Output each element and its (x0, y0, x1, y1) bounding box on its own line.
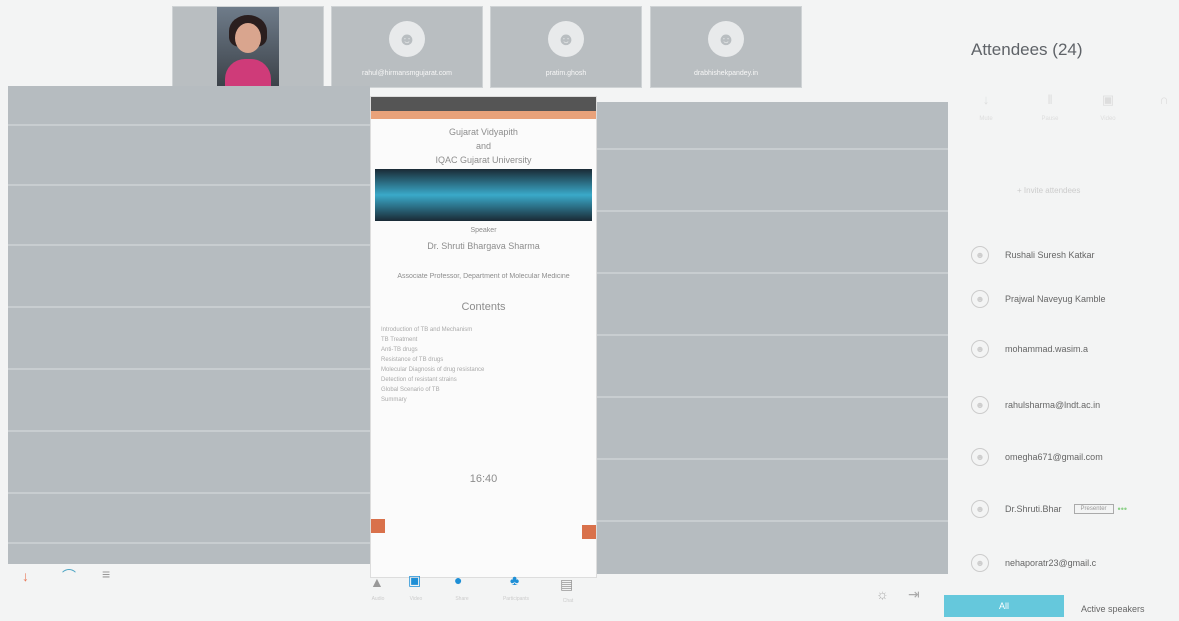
list-item: Resistance of TB drugs (381, 357, 444, 363)
leave-icon[interactable]: ⇥ (908, 586, 920, 603)
video-label: Video (409, 596, 423, 602)
list-item: TB Treatment (381, 337, 418, 343)
presenter-line-3: Associate Professor, Department of Molec… (397, 273, 570, 280)
more-icon[interactable]: ≡ (102, 566, 110, 582)
list-item: Molecular Diagnosis of drug resistance (381, 367, 485, 373)
shared-heading-2: and (475, 141, 492, 151)
avatar-icon: ☻ (389, 21, 425, 57)
settings-icon[interactable]: ☼ (876, 586, 889, 602)
user-icon: ☻ (971, 500, 989, 518)
contents-list: Introduction of TB and Mechanism TB Trea… (381, 325, 586, 405)
user-icon: ☻ (971, 554, 989, 572)
attendee-name: omegha671@gmail.com (1005, 452, 1103, 462)
video-thumbnail-0[interactable] (172, 6, 324, 88)
video-thumbnail-2[interactable]: ☻ pratim.ghosh (490, 6, 642, 88)
participants-label: Participants (502, 596, 530, 602)
video-thumbnail-1[interactable]: ☻ rahul@hirmansmgujarat.com (331, 6, 483, 88)
list-item: Introduction of TB and Mechanism (381, 327, 473, 333)
mic-icon[interactable]: ↓ (22, 568, 29, 584)
accent-bar (371, 111, 596, 119)
hangup-icon[interactable]: ⌒ (62, 566, 76, 586)
video-icon[interactable]: ▣ (408, 572, 421, 589)
speaking-indicator: ••• (1117, 504, 1127, 514)
attendees-title: Attendees (24) (971, 40, 1083, 59)
contents-title: Contents (461, 301, 506, 313)
mute-icon[interactable]: ↓ (977, 92, 995, 107)
avatar-icon: ☻ (708, 21, 744, 57)
corner-icon-right (582, 525, 596, 539)
list-item: Global Scenario of TB (381, 387, 440, 393)
attendee-name: Dr.Shruti.Bhar (1005, 504, 1062, 514)
participant-video (217, 7, 279, 87)
attendee-row[interactable]: ☻ mohammad.wasim.a (971, 338, 1171, 360)
attendee-name: nehaporatr23@gmail.c (1005, 558, 1097, 568)
clock-time: 16:40 (469, 473, 498, 485)
thumbnail-name: rahul@hirmansmgujarat.com (362, 70, 452, 77)
avatar-icon: ☻ (548, 21, 584, 57)
shared-heading-3: IQAC Gujarat University (435, 155, 532, 165)
user-icon: ☻ (971, 340, 989, 358)
invite-link[interactable]: + Invite attendees (1017, 186, 1080, 195)
user-icon: ☻ (971, 448, 989, 466)
thumbnail-name: drabhishekpandey.in (693, 70, 759, 77)
user-icon: ☻ (971, 290, 989, 308)
camera-label: Video (1100, 116, 1116, 122)
shared-heading-1: Gujarat Vidyapith (449, 127, 518, 137)
slide-banner-image (375, 169, 592, 221)
pause-icon[interactable]: ‖ (1041, 92, 1059, 107)
attendee-row[interactable]: ☻ omegha671@gmail.com (971, 446, 1171, 468)
tab-all[interactable]: All (944, 595, 1064, 617)
attendees-panel: Attendees (24) ↓ Mute ‖ Pause ▣ Video ∩ … (955, 0, 1179, 621)
attendee-row[interactable]: ☻ Prajwal Naveyug Kamble (971, 288, 1171, 310)
pause-label: Pause (1041, 116, 1059, 122)
share-icon[interactable]: ● (454, 572, 462, 588)
stage-left-panel (8, 86, 370, 564)
list-item: Detection of resistant strains (381, 377, 457, 383)
user-icon: ☻ (971, 396, 989, 414)
attendee-name: mohammad.wasim.a (1005, 344, 1089, 354)
list-item: Anti-TB drugs (381, 347, 418, 353)
share-label: Share (455, 596, 469, 602)
tab-active-speakers[interactable]: Active speakers (1081, 604, 1145, 614)
audio-settings-icon[interactable]: ▲ (370, 574, 384, 590)
attendee-name: rahulsharma@lndt.ac.in (1005, 400, 1101, 410)
attendee-row[interactable]: ☻ rahulsharma@lndt.ac.in (971, 394, 1171, 416)
chat-label: Chat (562, 598, 574, 604)
participants-icon[interactable]: ♣ (510, 572, 519, 588)
audio-settings-label: Audio (371, 596, 385, 602)
corner-icon-left (371, 519, 385, 533)
attendee-name: Prajwal Naveyug Kamble (1005, 294, 1106, 304)
shared-screen: Gujarat Vidyapith and IQAC Gujarat Unive… (370, 96, 597, 578)
presenter-line-2: Dr. Shruti Bhargava Sharma (427, 241, 540, 251)
thumbnail-name: pratim.ghosh (545, 70, 587, 77)
attendee-row[interactable]: ☻ Dr.Shruti.Bhar Presenter ••• (971, 498, 1171, 520)
video-thumbnail-3[interactable]: ☻ drabhishekpandey.in (650, 6, 802, 88)
list-item: Summary (381, 397, 407, 403)
phone-status-bar (371, 97, 596, 111)
camera-icon[interactable]: ▣ (1099, 92, 1117, 108)
attendee-row[interactable]: ☻ nehaporatr23@gmail.c (971, 552, 1171, 574)
mute-label: Mute (979, 116, 993, 122)
user-icon: ☻ (971, 246, 989, 264)
audio-icon[interactable]: ∩ (1155, 92, 1173, 107)
presenter-badge: Presenter (1073, 504, 1114, 514)
presenter-line-1: Speaker (470, 227, 497, 234)
attendee-name: Rushali Suresh Katkar (1005, 250, 1095, 260)
stage-right-panel (583, 102, 948, 574)
attendee-row[interactable]: ☻ Rushali Suresh Katkar (971, 244, 1171, 266)
chat-icon[interactable]: ▤ (560, 576, 573, 593)
